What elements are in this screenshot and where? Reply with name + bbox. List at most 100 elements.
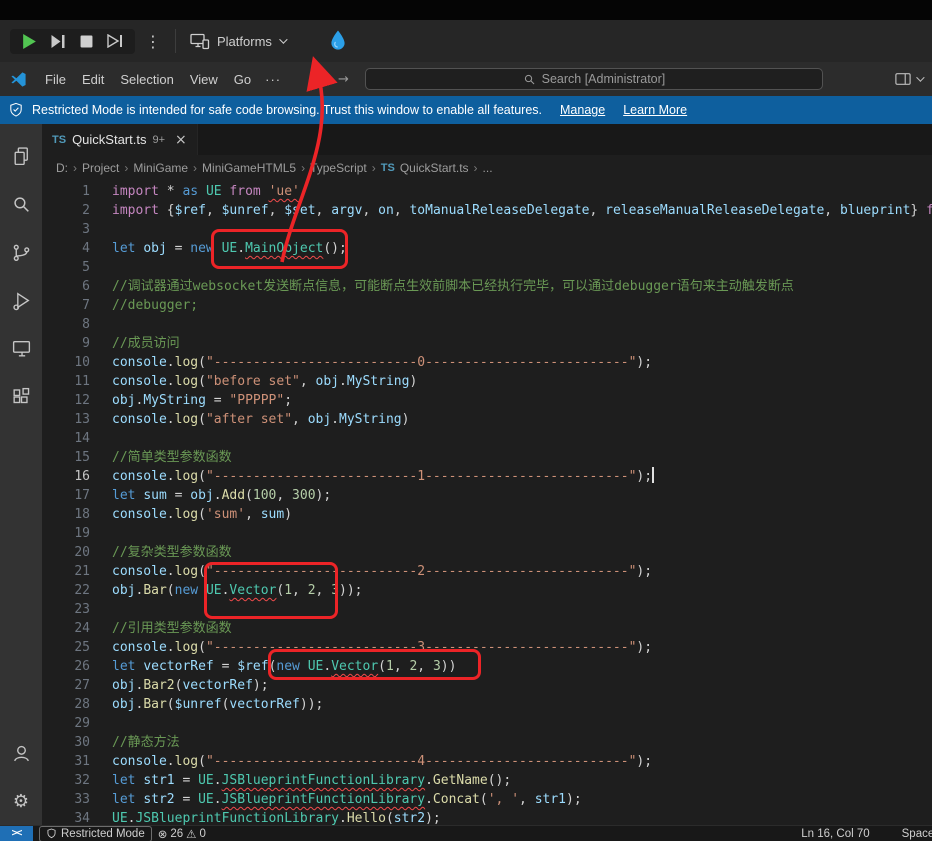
line-number: 18 [42,505,90,524]
restricted-mode-status[interactable]: Restricted Mode [39,826,152,841]
code-line: 10console.log("-------------------------… [42,353,932,372]
breadcrumb-item[interactable]: TypeScript [310,161,367,175]
code-line: 28obj.Bar($unref(vectorRef)); [42,695,932,714]
line-number: 6 [42,277,90,296]
line-number: 32 [42,771,90,790]
code-line: 21console.log("-------------------------… [42,562,932,581]
menu-item-selection[interactable]: Selection [112,69,181,90]
ue-toolbar: ⋮ Platforms [0,20,932,62]
breadcrumb-separator: › [372,161,376,175]
cursor-position-status[interactable]: Ln 16, Col 70 [795,826,875,841]
skip-next-button-icon[interactable] [51,35,66,48]
code-line: 2 import {$ref, $unref, $set, argv, on, t… [42,201,932,220]
learn-more-link[interactable]: Learn More [623,103,687,117]
code-text: console.log("--------------------------2… [112,562,652,581]
platforms-dropdown[interactable]: Platforms [190,32,285,50]
layout-controls[interactable] [895,72,922,86]
breadcrumb-separator: › [301,161,305,175]
line-number: 20 [42,543,90,562]
menu-item-go[interactable]: Go [226,69,259,90]
line-number: 26 [42,657,90,676]
launch-button-icon[interactable] [107,34,123,48]
code-line: 30//静态方法 [42,733,932,752]
menu-item-view[interactable]: View [182,69,226,90]
search-icon [523,73,536,86]
warning-count: 0 [199,828,205,840]
code-line: 14 [42,429,932,448]
code-line: 1import * as UE from 'ue' [42,182,932,201]
code-text: //成员访问 [112,334,180,353]
extensions-icon[interactable] [0,372,42,420]
manage-link[interactable]: Manage [560,103,605,117]
line-number: 24 [42,619,90,638]
typescript-file-icon: TS [52,134,66,146]
line-number: 13 [42,410,90,429]
stop-button-icon[interactable] [80,35,93,48]
menu-item-file[interactable]: File [37,69,74,90]
breadcrumb-item-file[interactable]: QuickStart.ts [400,161,469,175]
problems-status[interactable]: ⊗ 26 ⚠ 0 [152,826,212,841]
activity-bar: ⚙ [0,124,42,825]
breadcrumb-item-more[interactable]: ... [483,161,493,175]
indentation-status[interactable]: Spaces [896,826,932,841]
breadcrumb-separator: › [124,161,128,175]
more-menu-icon[interactable]: ··· [259,72,287,87]
line-number: 34 [42,809,90,825]
tab-quickstart[interactable]: TS QuickStart.ts 9+ × [42,124,198,155]
code-text: let sum = obj.Add(100, 300); [112,486,331,505]
search-icon[interactable] [0,180,42,228]
code-line: 29 [42,714,932,733]
line-number: 2 [42,201,90,220]
code-line: 25console.log("-------------------------… [42,638,932,657]
breadcrumb-item[interactable]: MiniGame [133,161,188,175]
code-text: //复杂类型参数函数 [112,543,232,562]
code-line: 4let obj = new UE.MainObject(); [42,239,932,258]
tab-label: QuickStart.ts [72,132,146,147]
code-line: 34UE.JSBlueprintFunctionLibrary.Hello(st… [42,809,932,825]
shield-icon [46,828,57,839]
explorer-icon[interactable] [0,132,42,180]
back-icon[interactable]: ← [313,72,324,87]
breadcrumb-item[interactable]: Project [82,161,119,175]
command-center-search[interactable]: Search [Administrator] [365,68,823,90]
close-icon[interactable]: × [175,132,187,148]
status-bar-right: Ln 16, Col 70 Spaces [795,826,932,841]
line-number: 19 [42,524,90,543]
code-text: console.log("before set", obj.MyString) [112,372,417,391]
remote-indicator[interactable]: >< [0,826,33,841]
source-control-icon[interactable] [0,228,42,276]
platforms-icon [190,32,210,50]
breadcrumb: D: › Project › MiniGame › MiniGameHTML5 › TypeSc… [42,155,932,180]
code-text: //调试器通过websocket发送断点信息，可能断点生效前脚本已经执行完毕，可… [112,277,794,296]
remote-icon: >< [12,828,22,839]
line-number: 4 [42,239,90,258]
breadcrumb-item[interactable]: MiniGameHTML5 [202,161,296,175]
history-nav: ← → [313,72,349,87]
warning-icon: ⚠ [186,827,196,841]
vscode-logo-icon [10,71,27,88]
play-button-icon[interactable] [22,34,37,49]
restricted-mode-label: Restricted Mode [61,828,145,840]
editor-column: TS QuickStart.ts 9+ × D: › Project › MiniGam… [42,124,932,825]
code-text: //静态方法 [112,733,180,752]
line-number: 29 [42,714,90,733]
code-editor[interactable]: 1import * as UE from 'ue'2 import {$ref, … [42,180,932,825]
code-line: 7//debugger; [42,296,932,315]
breadcrumb-separator: › [73,161,77,175]
forward-icon[interactable]: → [338,72,349,87]
code-text: import {$ref, $unref, $set, argv, on, to… [112,201,932,220]
live-update-drop-button[interactable] [327,28,349,54]
menu-item-edit[interactable]: Edit [74,69,112,90]
run-debug-icon[interactable] [0,276,42,324]
code-line: 18console.log('sum', sum) [42,505,932,524]
line-number: 15 [42,448,90,467]
line-number: 22 [42,581,90,600]
breadcrumb-item[interactable]: D: [56,161,68,175]
kebab-menu-icon[interactable]: ⋮ [145,32,161,51]
code-text: console.log("after set", obj.MyString) [112,410,409,429]
settings-gear-icon[interactable]: ⚙ [0,777,42,825]
remote-explorer-icon[interactable] [0,324,42,372]
tab-count-badge: 9+ [152,134,165,146]
account-icon[interactable] [0,729,42,777]
code-line: 13 console.log("after set", obj.MyString) [42,410,932,429]
